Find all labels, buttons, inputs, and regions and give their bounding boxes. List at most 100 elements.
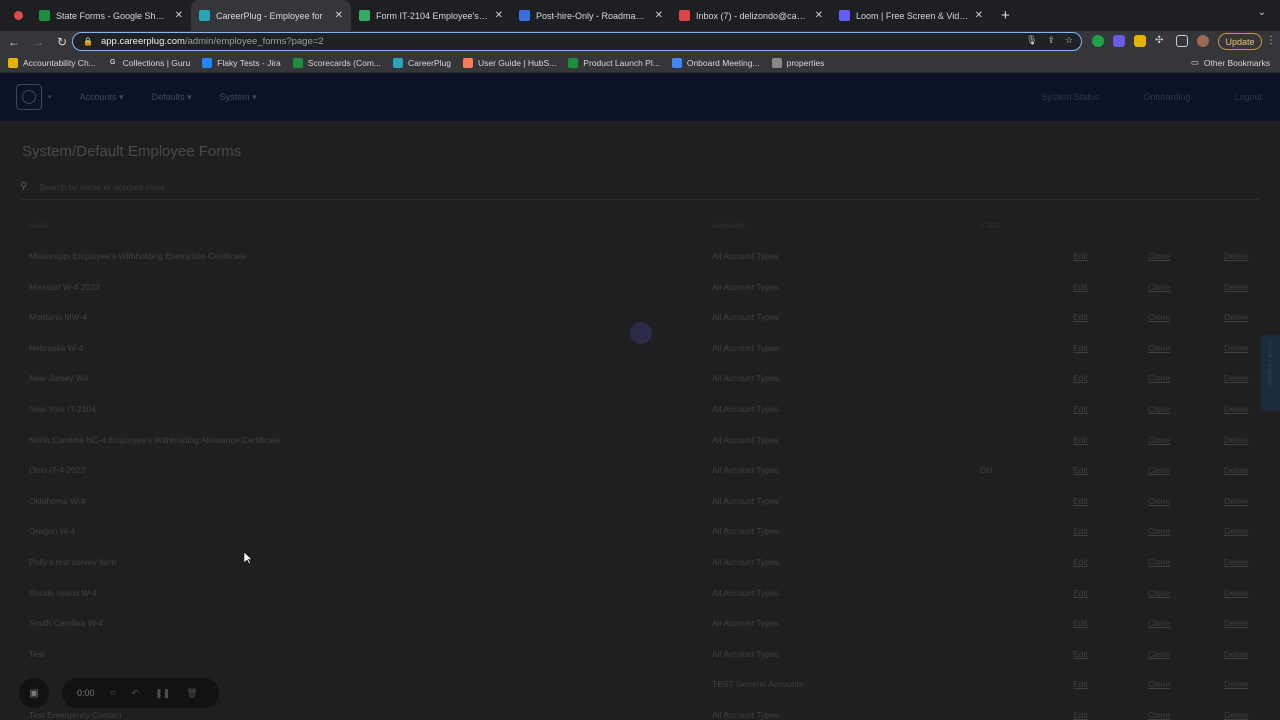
delete-link[interactable]: Delete (1224, 639, 1249, 669)
bookmark-item[interactable]: Product Launch Pl... (568, 57, 660, 68)
extensions-puzzle-icon[interactable]: ✣ (1155, 35, 1167, 47)
delete-link[interactable]: Delete (1224, 302, 1249, 332)
browser-tab[interactable]: Loom | Free Screen & Video Re ✕ (831, 0, 991, 31)
delete-link[interactable]: Delete (1224, 425, 1249, 455)
delete-link[interactable]: Delete (1224, 516, 1249, 546)
edit-link[interactable]: Edit (1073, 608, 1088, 638)
nav-system-status[interactable]: System Status (1041, 92, 1099, 102)
delete-link[interactable]: Delete (1224, 608, 1249, 638)
update-button[interactable]: Update (1218, 33, 1262, 50)
edit-link[interactable]: Edit (1073, 333, 1088, 363)
delete-link[interactable]: Delete (1224, 363, 1249, 393)
browser-tab[interactable]: State Forms - Google Sheets ✕ (31, 0, 191, 31)
share-icon[interactable]: ⇪ (1047, 35, 1055, 46)
clone-link[interactable]: Clone (1148, 547, 1170, 577)
bookmark-item[interactable]: CareerPlug (393, 57, 451, 68)
clone-link[interactable]: Clone (1148, 578, 1170, 608)
clone-link[interactable]: Clone (1148, 394, 1170, 424)
microphone-icon[interactable]: 🎙 (1026, 35, 1037, 46)
close-tab-icon[interactable]: ✕ (335, 10, 343, 21)
edit-link[interactable]: Edit (1073, 578, 1088, 608)
side-panel-icon[interactable] (1176, 35, 1188, 47)
delete-link[interactable]: Delete (1224, 333, 1249, 363)
form-name[interactable]: Polly's test survey form (29, 547, 116, 577)
reload-button[interactable]: ↻ (52, 35, 72, 49)
feedback-side-tab[interactable]: Submit a bug/idea (1261, 335, 1280, 411)
clone-link[interactable]: Clone (1148, 425, 1170, 455)
bookmark-item[interactable]: User Guide | HubS... (463, 57, 556, 68)
draw-icon[interactable]: ⌗ (111, 688, 116, 699)
form-name[interactable]: New York IT-2104 (29, 394, 96, 424)
close-tab-icon[interactable]: ✕ (175, 10, 183, 21)
delete-link[interactable]: Delete (1224, 272, 1249, 302)
edit-link[interactable]: Edit (1073, 363, 1088, 393)
bookmark-item[interactable]: properties (771, 57, 824, 68)
clone-link[interactable]: Clone (1148, 455, 1170, 485)
edit-link[interactable]: Edit (1073, 669, 1088, 699)
form-name[interactable]: Test (29, 639, 45, 669)
form-name[interactable]: Missouri W-4 2023 (29, 272, 100, 302)
close-tab-icon[interactable]: ✕ (655, 10, 663, 21)
nav-onboarding[interactable]: Onboarding (1143, 92, 1190, 102)
clone-link[interactable]: Clone (1148, 363, 1170, 393)
clone-link[interactable]: Clone (1148, 669, 1170, 699)
browser-tab[interactable]: CareerPlug - Employee for ✕ (191, 0, 351, 31)
browser-menu-icon[interactable]: ⋮ (1266, 35, 1276, 46)
form-name[interactable]: Montana MW-4 (29, 302, 87, 332)
close-tab-icon[interactable]: ✕ (975, 10, 983, 21)
browser-tab[interactable]: Inbox (7) - delizondo@careerpl ✕ (671, 0, 831, 31)
browser-tab[interactable]: Post-hire-Only - Roadmap | Pr ✕ (511, 0, 671, 31)
edit-link[interactable]: Edit (1073, 302, 1088, 332)
browser-tab[interactable]: Form IT-2104 Employee's With ✕ (351, 0, 511, 31)
clone-link[interactable]: Clone (1148, 333, 1170, 363)
clone-link[interactable]: Clone (1148, 486, 1170, 516)
edit-link[interactable]: Edit (1073, 241, 1088, 271)
new-tab-button[interactable]: + (1001, 7, 1010, 24)
address-bar[interactable]: 🔒 app.careerplug.com/admin/employee_form… (72, 32, 1082, 51)
loom-extension-icon[interactable] (1113, 35, 1125, 47)
form-name[interactable]: Oregon W-4 (29, 516, 75, 546)
delete-link[interactable]: Delete (1224, 547, 1249, 577)
careerplug-logo-icon[interactable] (16, 84, 42, 110)
form-name[interactable]: New Jersey W4 (29, 363, 89, 393)
clone-link[interactable]: Clone (1148, 700, 1170, 720)
bookmark-star-icon[interactable]: ☆ (1065, 35, 1073, 46)
form-name[interactable]: Oklahoma W-4 (29, 486, 86, 516)
edit-link[interactable]: Edit (1073, 700, 1088, 720)
delete-link[interactable]: Delete (1224, 578, 1249, 608)
pause-icon[interactable]: ❚❚ (155, 688, 170, 699)
clone-link[interactable]: Clone (1148, 516, 1170, 546)
bookmark-item[interactable]: Accountability Ch... (8, 57, 96, 68)
undo-icon[interactable]: ↶ (132, 688, 140, 699)
loom-camera-button[interactable]: ▣ (19, 678, 49, 708)
edit-link[interactable]: Edit (1073, 486, 1088, 516)
edit-link[interactable]: Edit (1073, 639, 1088, 669)
search-input[interactable] (39, 181, 440, 192)
trash-icon[interactable]: 🗑 (186, 688, 197, 699)
edit-link[interactable]: Edit (1073, 547, 1088, 577)
bookmark-item[interactable]: Onboard Meeting... (671, 57, 760, 68)
clone-link[interactable]: Clone (1148, 241, 1170, 271)
clone-link[interactable]: Clone (1148, 608, 1170, 638)
bookmark-item[interactable]: Scorecards (Com... (292, 57, 381, 68)
nav-system[interactable]: System ▾ (220, 92, 257, 103)
edit-link[interactable]: Edit (1073, 394, 1088, 424)
form-name[interactable]: Mississippi Employee's Withholding Exemp… (29, 241, 246, 271)
delete-link[interactable]: Delete (1224, 486, 1249, 516)
close-tab-icon[interactable]: ✕ (495, 10, 503, 21)
delete-link[interactable]: Delete (1224, 669, 1249, 699)
close-tab-icon[interactable]: ✕ (815, 10, 823, 21)
delete-link[interactable]: Delete (1224, 241, 1249, 271)
tab-search-chevron-icon[interactable]: ⌄ (1258, 7, 1266, 18)
clone-link[interactable]: Clone (1148, 639, 1170, 669)
form-name[interactable]: Nebraska W-4 (29, 333, 83, 363)
delete-link[interactable]: Delete (1224, 455, 1249, 485)
sticky-extension-icon[interactable] (1134, 35, 1146, 47)
forward-button[interactable]: → (28, 35, 48, 49)
clone-link[interactable]: Clone (1148, 302, 1170, 332)
form-name[interactable]: Rhode Island W-4 (29, 578, 97, 608)
profile-avatar[interactable] (1197, 35, 1209, 47)
edit-link[interactable]: Edit (1073, 272, 1088, 302)
edit-link[interactable]: Edit (1073, 455, 1088, 485)
delete-link[interactable]: Delete (1224, 700, 1249, 720)
